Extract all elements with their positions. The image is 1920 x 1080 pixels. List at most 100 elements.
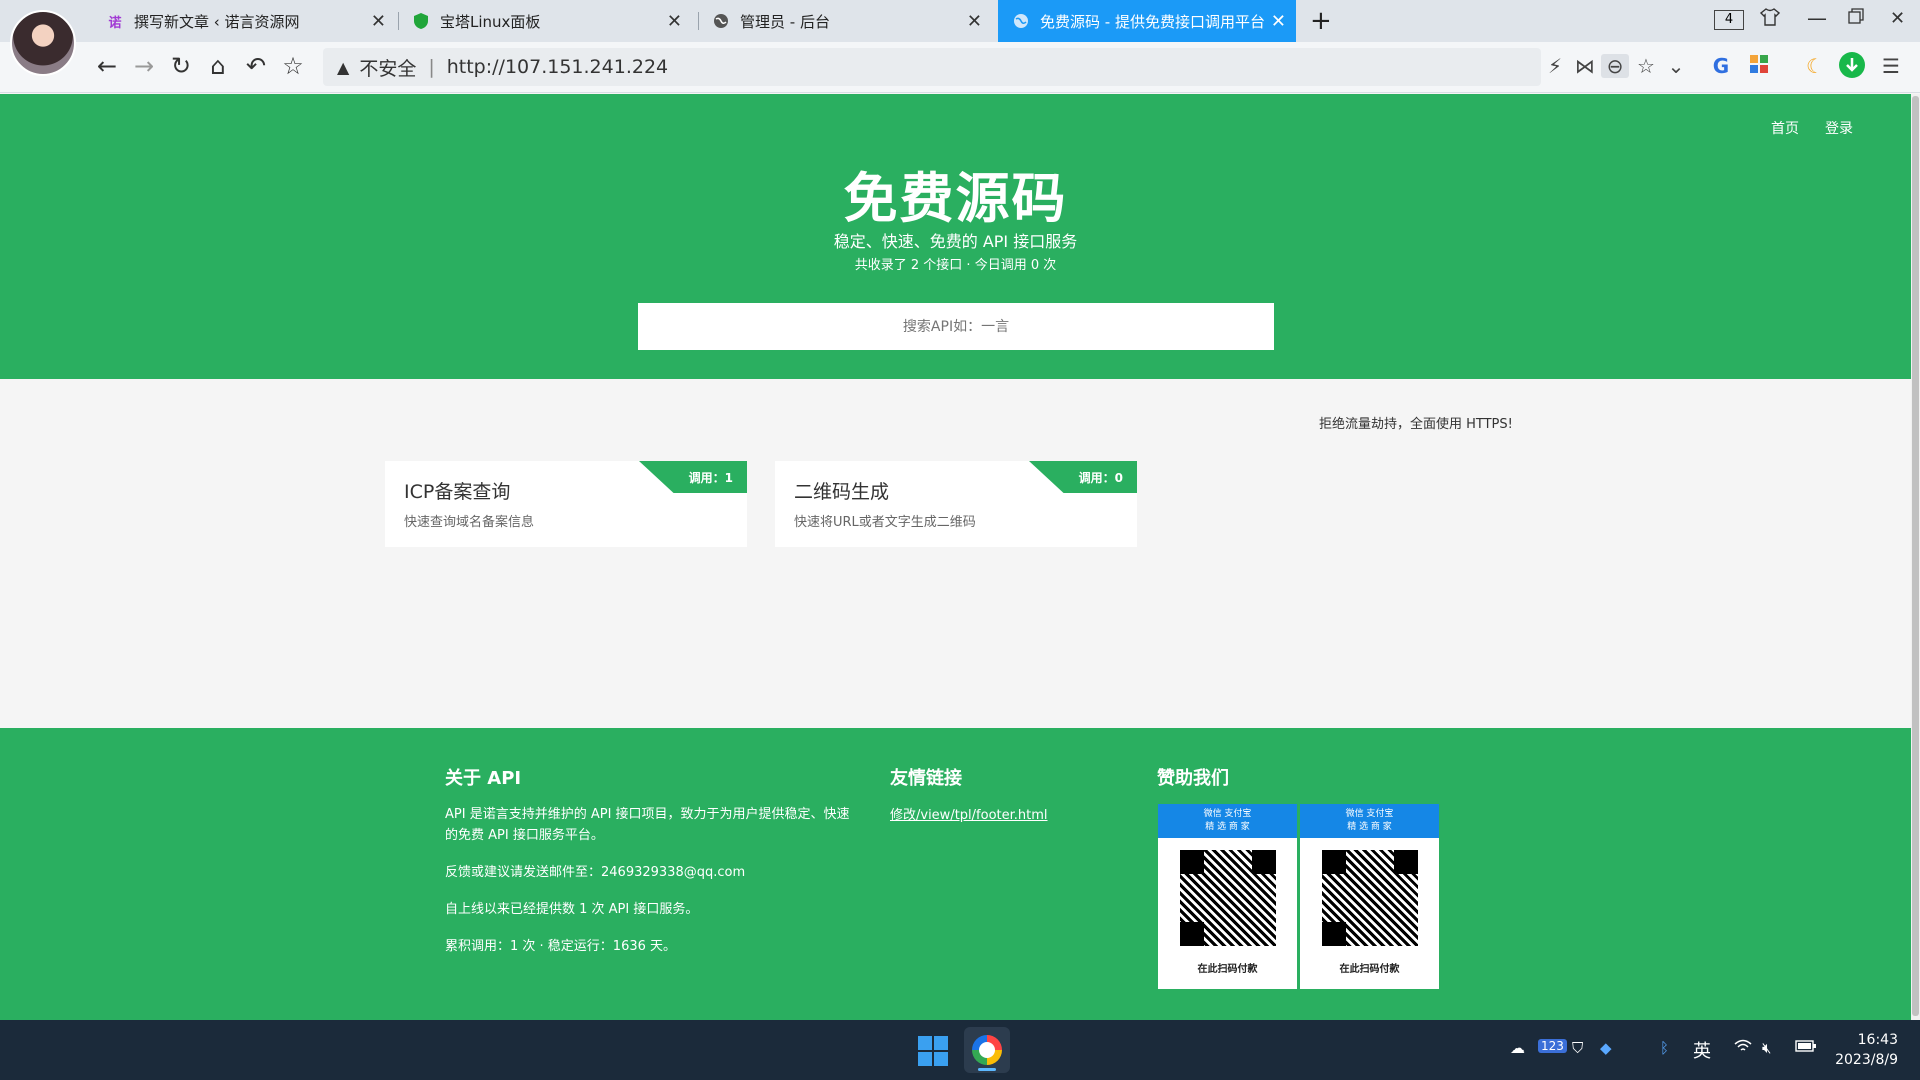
- skin-icon[interactable]: [1759, 8, 1781, 30]
- input-tool-icon[interactable]: 123: [1538, 1039, 1567, 1053]
- windows-taskbar: ☁ 123 ⛉ ◆ ᛒ 英 🔇︎ 16:43 2023/8/9: [0, 1020, 1920, 1080]
- qr-caption: 在此扫码付款: [1339, 964, 1400, 975]
- address-separator: |: [428, 56, 435, 78]
- address-bar[interactable]: ▲ 不安全 | http://107.151.241.224: [323, 48, 1541, 86]
- card-desc: 快速查询域名备案信息: [404, 515, 535, 530]
- warning-icon: ▲: [337, 57, 350, 77]
- insecure-label: 不安全: [359, 57, 417, 80]
- about-text: API 是诺言支持并维护的 API 接口项目，致力于为用户提供稳定、快速的免费 …: [445, 807, 850, 843]
- menu-icon[interactable]: ☰: [1877, 54, 1905, 78]
- favorite-star-icon[interactable]: ☆: [1632, 54, 1660, 78]
- qr-subtitle: 精 选 商 家: [1205, 822, 1250, 832]
- qr-header: 微信 支付宝 精 选 商 家: [1158, 804, 1297, 838]
- download-icon[interactable]: [1838, 51, 1866, 84]
- totals-text: 累积调用：1 次 · 稳定运行：1636 天。: [445, 939, 677, 954]
- lightning-icon[interactable]: ⚡: [1541, 54, 1569, 78]
- payment-qr-wechat: 微信 支付宝 精 选 商 家 在此扫码付款: [1158, 804, 1297, 989]
- call-count-badge: 调用：0: [1029, 461, 1137, 493]
- browser-tab-bar: 诺 撰写新文章 ‹ 诺言资源网 ✕ 宝塔Linux面板 ✕ 管理员 - 后台 ✕…: [0, 0, 1920, 76]
- payment-qr-alipay: 微信 支付宝 精 选 商 家 在此扫码付款: [1300, 804, 1439, 989]
- note-tray-icon[interactable]: ◆: [1600, 1039, 1612, 1057]
- translate-icon[interactable]: G: [1707, 54, 1735, 78]
- scrollbar-thumb[interactable]: [1912, 96, 1919, 1016]
- site-subtitle: 稳定、快速、免费的 API 接口服务: [833, 232, 1078, 251]
- home-icon[interactable]: ⌂: [203, 52, 233, 80]
- back-button[interactable]: ←: [92, 52, 122, 80]
- browser-logo-icon: [972, 1035, 1002, 1065]
- close-icon[interactable]: ✕: [967, 11, 982, 32]
- qr-header: 微信 支付宝 精 选 商 家: [1300, 804, 1439, 838]
- globe-icon: [1012, 12, 1030, 30]
- tab-separator: [698, 12, 699, 30]
- site-title: 免费源码: [843, 167, 1068, 230]
- forward-button[interactable]: →: [129, 52, 159, 80]
- qr-code-image: [1180, 850, 1276, 946]
- qr-subtitle: 精 选 商 家: [1347, 822, 1392, 832]
- api-card-qrcode[interactable]: 二维码生成 快速将URL或者文字生成二维码 调用：0: [775, 461, 1137, 547]
- url-text[interactable]: http://107.151.241.224: [447, 56, 668, 78]
- reload-icon[interactable]: ↻: [166, 52, 196, 80]
- api-card-icp[interactable]: ICP备案查询 快速查询域名备案信息 调用：1: [385, 461, 747, 547]
- cloud-icon[interactable]: ☁: [1510, 1039, 1525, 1057]
- bluetooth-icon[interactable]: ᛒ: [1660, 1039, 1669, 1057]
- qr-title: 微信 支付宝: [1203, 809, 1252, 819]
- close-icon[interactable]: ✕: [371, 11, 386, 32]
- https-notice: 拒绝流量劫持，全面使用 HTTPS!: [1319, 417, 1513, 432]
- chevron-down-icon[interactable]: ⌄: [1662, 54, 1690, 78]
- globe-icon: [712, 12, 730, 30]
- api-search-input[interactable]: [638, 303, 1274, 350]
- night-mode-icon[interactable]: ☾: [1801, 54, 1829, 78]
- shield-icon: [412, 12, 430, 30]
- user-avatar[interactable]: [10, 10, 76, 76]
- card-desc: 快速将URL或者文字生成二维码: [794, 515, 976, 530]
- hero-banner: 首页 登录 免费源码 稳定、快速、免费的 API 接口服务 共收录了 2 个接口…: [0, 94, 1911, 379]
- start-button[interactable]: [918, 1036, 948, 1066]
- api-list-section: 拒绝流量劫持，全面使用 HTTPS! ICP备案查询 快速查询域名备案信息 调用…: [0, 379, 1911, 728]
- battery-icon[interactable]: [1795, 1039, 1817, 1057]
- browser-taskbar-app[interactable]: [964, 1027, 1010, 1073]
- clock-time: 16:43: [1857, 1032, 1898, 1048]
- zoom-icon[interactable]: ⊖: [1601, 54, 1629, 78]
- site-stats: 共收录了 2 个接口 · 今日调用 0 次: [854, 258, 1057, 273]
- tab-admin-backend[interactable]: 管理员 - 后台 ✕: [712, 0, 992, 42]
- browser-toolbar: ← → ↻ ⌂ ↶ ☆ ▲ 不安全 | http://107.151.241.2…: [0, 42, 1920, 93]
- close-icon[interactable]: ✕: [1271, 11, 1286, 32]
- nav-login-link[interactable]: 登录: [1825, 118, 1853, 138]
- site-logo-icon: 诺: [108, 15, 122, 31]
- feedback-text: 反馈或建议请发送邮件至：2469329338@qq.com: [445, 865, 746, 880]
- tab-free-source-active[interactable]: 免费源码 - 提供免费接口调用平台 ✕: [998, 0, 1296, 42]
- speaker-muted-icon[interactable]: 🔇︎: [1762, 1039, 1771, 1057]
- active-indicator: [978, 1068, 996, 1071]
- page-scrollbar[interactable]: [1911, 94, 1920, 1020]
- about-heading: 关于 API: [445, 768, 522, 789]
- clock-date: 2023/8/9: [1835, 1052, 1898, 1068]
- wifi-icon[interactable]: [1734, 1039, 1752, 1057]
- new-tab-button[interactable]: +: [1310, 6, 1332, 36]
- nav-home-link[interactable]: 首页: [1771, 118, 1799, 138]
- ime-indicator[interactable]: 英: [1693, 1037, 1711, 1063]
- system-clock[interactable]: 16:43 2023/8/9: [1835, 1030, 1898, 1070]
- minimize-button[interactable]: —: [1807, 6, 1827, 30]
- close-icon[interactable]: ✕: [667, 11, 682, 32]
- site-footer: 关于 API API 是诺言支持并维护的 API 接口项目，致力于为用户提供稳定…: [0, 728, 1911, 1020]
- call-count-badge: 调用：1: [639, 461, 747, 493]
- share-icon[interactable]: ⋈: [1571, 54, 1599, 78]
- qr-caption: 在此扫码付款: [1197, 964, 1258, 975]
- apps-grid-icon[interactable]: [1745, 54, 1773, 79]
- bookmark-star-icon[interactable]: ☆: [278, 52, 308, 80]
- friend-link[interactable]: 修改/view/tpl/footer.html: [890, 804, 1048, 823]
- tab-title: 免费源码 - 提供免费接口调用平台: [1040, 12, 1265, 31]
- tab-baota-panel[interactable]: 宝塔Linux面板 ✕: [412, 0, 692, 42]
- shield-tray-icon[interactable]: ⛉: [1572, 1039, 1583, 1057]
- qr-title: 微信 支付宝: [1345, 809, 1394, 819]
- tab-article-editor[interactable]: 诺 撰写新文章 ‹ 诺言资源网 ✕: [106, 0, 396, 42]
- sponsor-heading: 赞助我们: [1157, 768, 1229, 789]
- tab-count-badge[interactable]: 4: [1714, 10, 1744, 30]
- close-window-button[interactable]: ✕: [1890, 8, 1905, 29]
- undo-close-icon[interactable]: ↶: [241, 52, 271, 80]
- card-title: 二维码生成: [794, 481, 890, 503]
- tab-title: 管理员 - 后台: [740, 12, 830, 31]
- qr-code-image: [1322, 850, 1418, 946]
- tab-separator: [398, 12, 399, 30]
- restore-button[interactable]: [1848, 8, 1864, 28]
